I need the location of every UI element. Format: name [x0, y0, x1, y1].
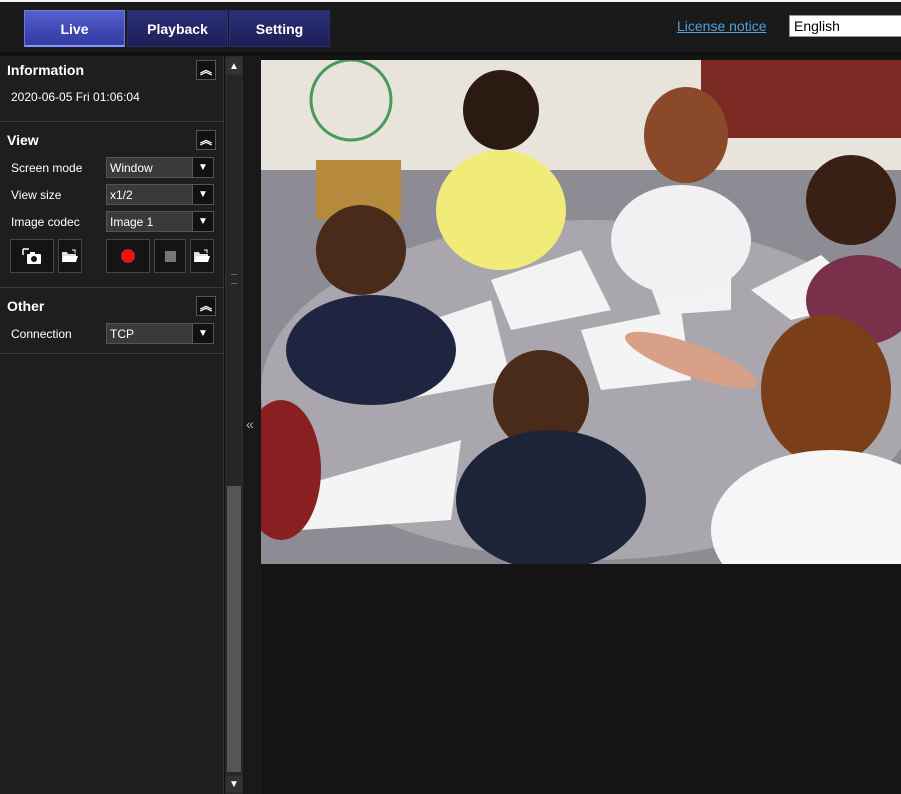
tab-setting-label: Setting: [255, 20, 304, 37]
other-title: Other: [7, 298, 45, 314]
live-viewer: [261, 56, 901, 794]
record-folder-button[interactable]: [190, 239, 214, 273]
image-codec-select[interactable]: Image 1 ▼: [106, 211, 214, 232]
record-button[interactable]: [106, 239, 150, 273]
dropdown-arrow-icon: ▼: [192, 212, 213, 231]
view-size-select[interactable]: x1/2 ▼: [106, 184, 214, 205]
classroom-scene-image: [261, 60, 901, 564]
other-header: Other ︽: [0, 292, 223, 320]
current-datetime: 2020-06-05 Fri 01:06:04: [11, 90, 140, 104]
capture-record-buttons: [0, 235, 223, 279]
double-chevron-left-icon[interactable]: «: [246, 416, 254, 432]
double-chevron-up-icon: ︽: [199, 133, 212, 147]
screen-mode-select[interactable]: Window ▼: [106, 157, 214, 178]
view-size-label: View size: [11, 187, 62, 202]
folder-open-icon: [194, 249, 210, 262]
tab-playback-label: Playback: [147, 20, 208, 37]
double-chevron-up-icon: ︽: [199, 299, 212, 313]
panel-scrollbar[interactable]: ▲ ▼: [225, 56, 243, 794]
connection-label: Connection: [11, 326, 72, 341]
panel-toggle-bar[interactable]: «: [243, 56, 261, 794]
tab-playback[interactable]: Playback: [127, 10, 228, 47]
tab-live[interactable]: Live: [24, 10, 125, 47]
scroll-down-arrow-icon[interactable]: ▼: [226, 776, 242, 792]
double-chevron-up-icon: ︽: [199, 63, 212, 77]
camera-capture-icon: [22, 248, 41, 264]
dropdown-arrow-icon: ▼: [192, 324, 213, 343]
grip-icon: [231, 274, 237, 284]
other-section: Other ︽ Connection TCP ▼: [0, 292, 223, 354]
image-codec-label: Image codec: [11, 214, 80, 229]
tab-live-label: Live: [60, 20, 89, 37]
tab-setting[interactable]: Setting: [229, 10, 330, 47]
collapse-other-button[interactable]: ︽: [196, 296, 216, 316]
collapse-information-button[interactable]: ︽: [196, 60, 216, 80]
view-section: View ︽ Screen mode Window ▼ View size x1…: [0, 126, 223, 288]
folder-open-icon: [62, 249, 78, 262]
information-section: Information ︽ 2020-06-05 Fri 01:06:04: [0, 56, 223, 122]
top-bar: Live Playback Setting License notice Eng…: [0, 0, 901, 52]
screen-mode-row: Screen mode Window ▼: [0, 154, 223, 181]
connection-value: TCP: [110, 327, 134, 341]
information-title: Information: [7, 62, 84, 78]
dropdown-arrow-icon: ▼: [192, 158, 213, 177]
connection-row: Connection TCP ▼: [0, 320, 223, 347]
license-notice-link[interactable]: License notice: [677, 18, 767, 34]
view-size-row: View size x1/2 ▼: [0, 181, 223, 208]
record-icon: [121, 249, 135, 263]
screen-mode-label: Screen mode: [11, 160, 83, 175]
language-select[interactable]: English: [789, 15, 901, 37]
collapse-view-button[interactable]: ︽: [196, 130, 216, 150]
control-panel: Information ︽ 2020-06-05 Fri 01:06:04 Vi…: [0, 56, 224, 794]
information-header: Information ︽: [0, 56, 223, 84]
view-title: View: [7, 132, 39, 148]
capture-folder-button[interactable]: [58, 239, 82, 273]
stop-icon: [164, 250, 176, 262]
view-header: View ︽: [0, 126, 223, 154]
scroll-thumb[interactable]: [227, 486, 241, 772]
view-size-value: x1/2: [110, 188, 133, 202]
dropdown-arrow-icon: ▼: [192, 185, 213, 204]
scroll-up-arrow-icon[interactable]: ▲: [226, 58, 242, 74]
image-codec-row: Image codec Image 1 ▼: [0, 208, 223, 235]
image-codec-value: Image 1: [110, 215, 154, 229]
live-video-image[interactable]: [261, 60, 901, 564]
stop-button[interactable]: [154, 239, 186, 273]
screen-mode-value: Window: [110, 161, 153, 175]
capture-button[interactable]: [10, 239, 54, 273]
connection-select[interactable]: TCP ▼: [106, 323, 214, 344]
